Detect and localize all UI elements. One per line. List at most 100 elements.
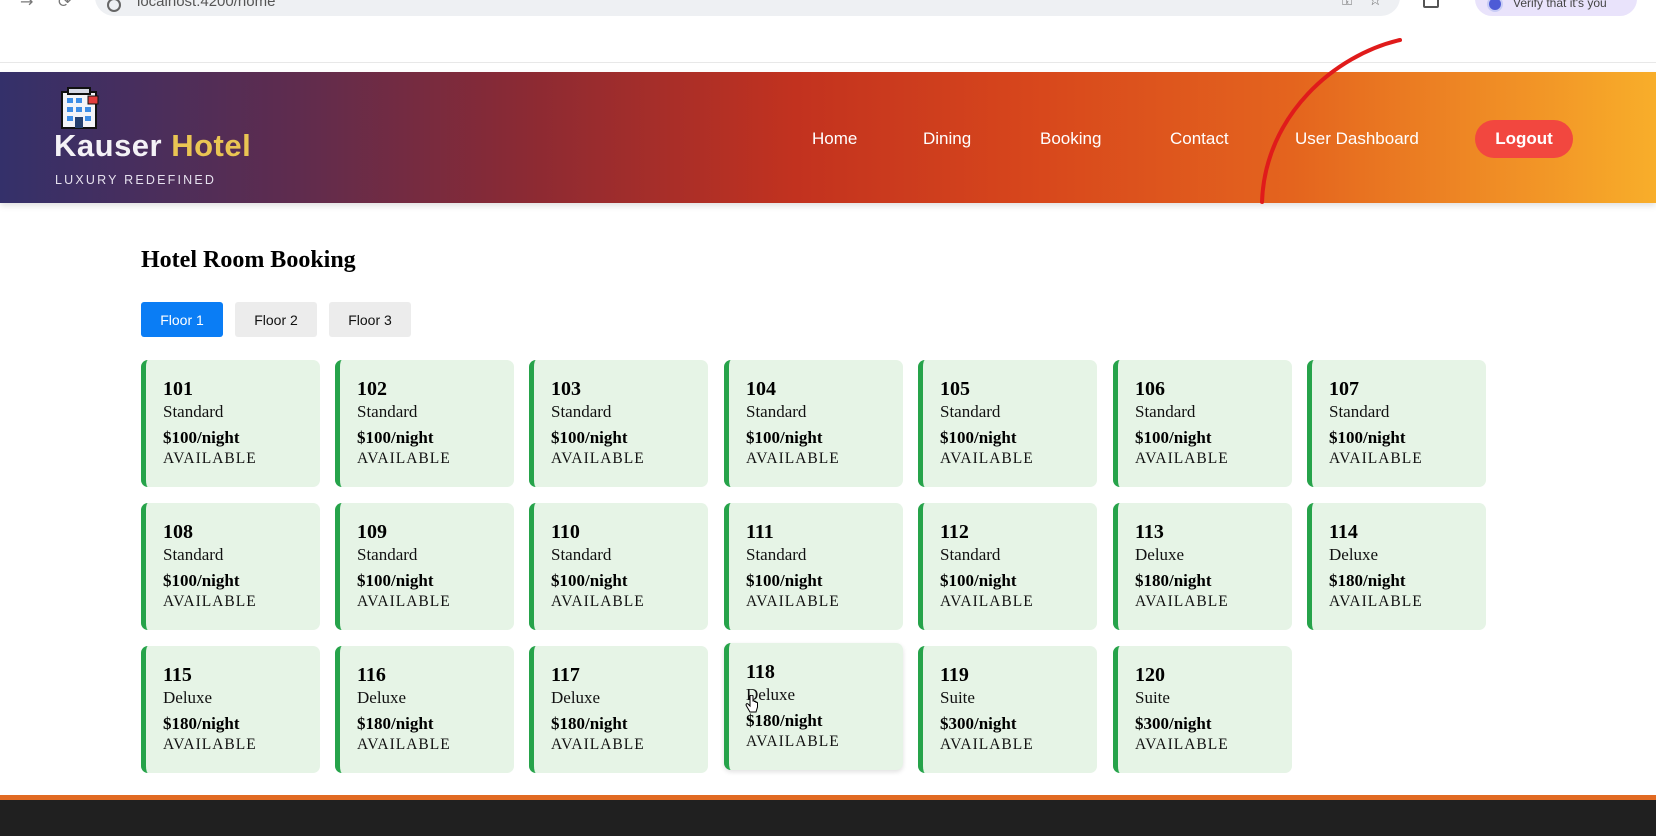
bookmark-star-icon[interactable]: ☆ (1369, 0, 1382, 9)
room-price: $180/night (1135, 571, 1212, 590)
nav-link-booking[interactable]: Booking (1040, 129, 1101, 149)
room-number: 110 (551, 521, 580, 543)
room-price: $100/night (163, 571, 240, 590)
room-number: 106 (1135, 378, 1165, 400)
room-status: AVAILABLE (940, 593, 1034, 610)
profile-text: Verify that it's you (1513, 0, 1607, 10)
room-status: AVAILABLE (551, 736, 645, 753)
room-card[interactable]: 115 Deluxe $180/night AVAILABLE (141, 646, 320, 773)
nav-link-home[interactable]: Home (812, 129, 857, 149)
room-card-hovered[interactable]: 118 Deluxe $180/night AVAILABLE (724, 643, 903, 770)
room-number: 119 (940, 664, 969, 686)
room-status: AVAILABLE (1135, 450, 1229, 467)
room-card[interactable]: 102 Standard $100/night AVAILABLE (335, 360, 514, 487)
logout-button[interactable]: Logout (1475, 120, 1573, 158)
brand-name-part1: Kauser (54, 128, 163, 163)
room-card[interactable]: 106 Standard $100/night AVAILABLE (1113, 360, 1292, 487)
room-number: 109 (357, 521, 387, 543)
nav-link-user-dashboard[interactable]: User Dashboard (1295, 129, 1419, 149)
reload-icon[interactable]: ⟳ (58, 0, 71, 11)
extensions-icon[interactable] (1423, 0, 1439, 8)
room-type: Deluxe (1135, 545, 1185, 564)
hotel-logo-icon[interactable] (58, 86, 104, 130)
room-price: $100/night (746, 428, 823, 447)
room-card[interactable]: 117 Deluxe $180/night AVAILABLE (529, 646, 708, 773)
room-price: $180/night (357, 714, 434, 733)
room-number: 108 (163, 521, 193, 543)
room-price: $100/night (746, 571, 823, 590)
room-status: AVAILABLE (163, 593, 257, 610)
room-status: AVAILABLE (163, 450, 257, 467)
room-type: Standard (940, 545, 1001, 564)
room-card[interactable]: 114 Deluxe $180/night AVAILABLE (1307, 503, 1486, 630)
tab-floor-1[interactable]: Floor 1 (141, 302, 223, 337)
url-text[interactable]: localhost:4200/home (137, 0, 275, 10)
site-header: Kauser Hotel LUXURY REDEFINED Home Dinin… (0, 72, 1656, 203)
room-type: Standard (940, 402, 1001, 421)
room-price: $100/night (940, 571, 1017, 590)
room-number: 114 (1329, 521, 1358, 543)
room-type: Standard (746, 545, 807, 564)
site-info-icon[interactable] (107, 0, 121, 12)
room-price: $100/night (357, 571, 434, 590)
room-price: $100/night (551, 428, 628, 447)
back-arrow-icon[interactable]: → (20, 0, 33, 11)
room-status: AVAILABLE (940, 450, 1034, 467)
room-status: AVAILABLE (551, 593, 645, 610)
room-card[interactable]: 119 Suite $300/night AVAILABLE (918, 646, 1097, 773)
room-status: AVAILABLE (1329, 593, 1423, 610)
address-bar[interactable]: localhost:4200/home ⚿ ☆ (95, 0, 1400, 16)
brand-name-part2: Hotel (171, 128, 252, 163)
room-number: 115 (163, 664, 192, 686)
room-status: AVAILABLE (357, 593, 451, 610)
room-card[interactable]: 110 Standard $100/night AVAILABLE (529, 503, 708, 630)
room-price: $300/night (940, 714, 1017, 733)
room-type: Standard (163, 545, 224, 564)
room-card[interactable]: 120 Suite $300/night AVAILABLE (1113, 646, 1292, 773)
tab-floor-2[interactable]: Floor 2 (235, 302, 317, 337)
room-number: 103 (551, 378, 581, 400)
room-card[interactable]: 103 Standard $100/night AVAILABLE (529, 360, 708, 487)
room-type: Standard (1329, 402, 1390, 421)
room-price: $180/night (551, 714, 628, 733)
brand-name[interactable]: Kauser Hotel (54, 128, 251, 164)
profile-button[interactable]: Verify that it's you (1475, 0, 1637, 16)
room-status: AVAILABLE (551, 450, 645, 467)
room-card[interactable]: 104 Standard $100/night AVAILABLE (724, 360, 903, 487)
capcut-watermark-icon (1585, 764, 1621, 792)
tab-floor-3[interactable]: Floor 3 (329, 302, 411, 337)
room-price: $300/night (1135, 714, 1212, 733)
room-status: AVAILABLE (1135, 593, 1229, 610)
room-card[interactable]: 111 Standard $100/night AVAILABLE (724, 503, 903, 630)
room-type: Standard (746, 402, 807, 421)
room-status: AVAILABLE (940, 736, 1034, 753)
room-number: 120 (1135, 664, 1165, 686)
room-type: Deluxe (163, 688, 213, 707)
room-card[interactable]: 101 Standard $100/night AVAILABLE (141, 360, 320, 487)
room-card[interactable]: 116 Deluxe $180/night AVAILABLE (335, 646, 514, 773)
room-card[interactable]: 107 Standard $100/night AVAILABLE (1307, 360, 1486, 487)
room-number: 102 (357, 378, 387, 400)
room-status: AVAILABLE (357, 736, 451, 753)
key-icon[interactable]: ⚿ (1342, 0, 1352, 9)
nav-link-dining[interactable]: Dining (923, 129, 971, 149)
room-type: Deluxe (1329, 545, 1379, 564)
room-price: $100/night (551, 571, 628, 590)
room-card[interactable]: 112 Standard $100/night AVAILABLE (918, 503, 1097, 630)
site-footer (0, 795, 1656, 836)
room-price: $180/night (1329, 571, 1406, 590)
nav-link-contact[interactable]: Contact (1170, 129, 1229, 149)
room-card[interactable]: 113 Deluxe $180/night AVAILABLE (1113, 503, 1292, 630)
room-status: AVAILABLE (163, 736, 257, 753)
browser-toolbar: → ⟳ localhost:4200/home ⚿ ☆ Verify that … (0, 0, 1656, 63)
room-card[interactable]: 105 Standard $100/night AVAILABLE (918, 360, 1097, 487)
room-status: AVAILABLE (357, 450, 451, 467)
room-card[interactable]: 109 Standard $100/night AVAILABLE (335, 503, 514, 630)
room-number: 113 (1135, 521, 1164, 543)
room-price: $100/night (1135, 428, 1212, 447)
room-status: AVAILABLE (746, 450, 840, 467)
room-number: 101 (163, 378, 193, 400)
profile-avatar-icon (1487, 0, 1503, 12)
room-card[interactable]: 108 Standard $100/night AVAILABLE (141, 503, 320, 630)
room-number: 111 (746, 521, 774, 543)
